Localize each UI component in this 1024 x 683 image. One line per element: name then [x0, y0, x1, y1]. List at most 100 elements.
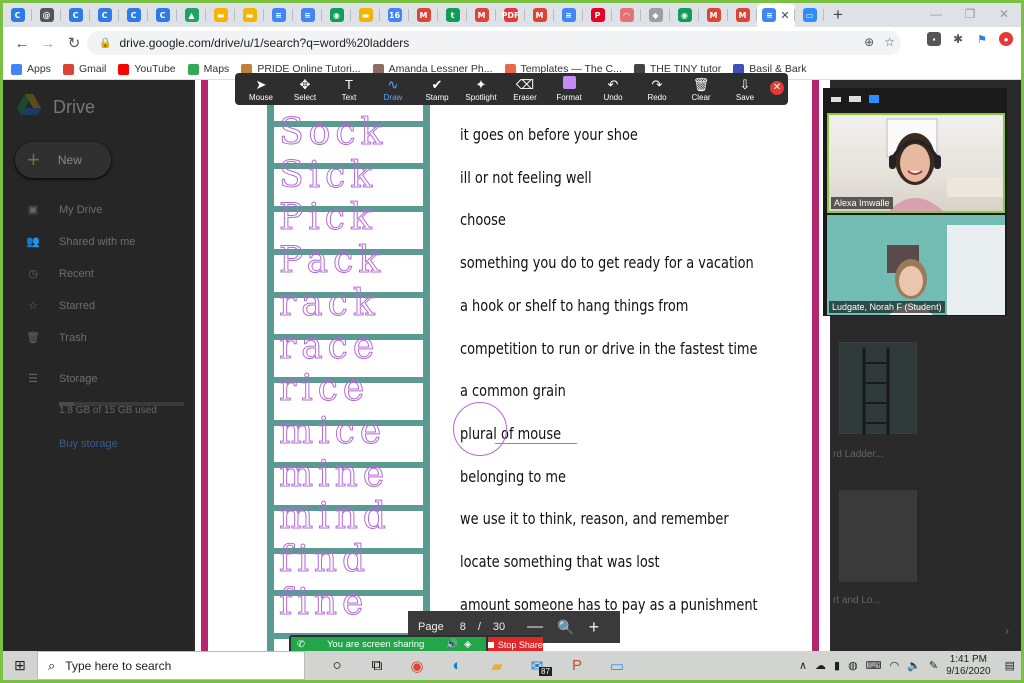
zoom-in-icon[interactable]: + — [589, 617, 600, 638]
browser-tab[interactable]: M — [525, 3, 554, 27]
browser-tab[interactable]: 16 — [380, 3, 409, 27]
tray-app-icon[interactable]: ◍ — [848, 659, 858, 672]
zoom-app-icon[interactable]: ▭ — [597, 657, 637, 675]
zoom-out-icon[interactable]: — — [527, 618, 543, 636]
browser-tab[interactable]: C — [3, 3, 32, 27]
browser-tab[interactable]: M — [728, 3, 757, 27]
powerpoint-icon[interactable]: P — [557, 657, 597, 674]
browser-tab[interactable]: C — [61, 3, 90, 27]
browser-tab[interactable]: P — [583, 3, 612, 27]
taskbar-search[interactable]: ⌕ Type here to search — [37, 651, 305, 680]
file-thumbnail[interactable] — [839, 490, 917, 582]
sharing-status[interactable]: ✆ You are screen sharing 🔊 ◈ — [291, 637, 486, 652]
annotate-tool-stamp[interactable]: ✔ Stamp — [415, 76, 459, 102]
add-icon[interactable]: ⊕ — [864, 35, 874, 49]
browser-tab[interactable]: ▬ — [351, 3, 380, 27]
back-icon[interactable]: ← — [9, 35, 35, 52]
close-window-icon[interactable]: ✕ — [987, 3, 1021, 27]
drive-nav-item[interactable]: 🗑 Trash — [23, 331, 87, 345]
layout-icon[interactable] — [849, 96, 861, 102]
drive-nav-item[interactable]: ◷ Recent — [23, 267, 94, 281]
participant-video[interactable]: Ludgate, Norah F (Student) — [827, 215, 1005, 315]
pen-icon[interactable]: ✎ — [929, 659, 938, 672]
browser-tab[interactable]: C — [119, 3, 148, 27]
extension-icon[interactable]: ▪ — [927, 32, 941, 46]
browser-tab[interactable]: t — [438, 3, 467, 27]
annotate-tool-format[interactable]: Format — [547, 76, 591, 102]
annotate-tool-save[interactable]: ⇩ Save — [723, 76, 767, 102]
keyboard-icon[interactable]: ⌨ — [866, 659, 882, 672]
drive-nav-item[interactable]: ☆ Starred — [23, 299, 95, 313]
browser-tab[interactable]: ≡ — [264, 3, 293, 27]
star-icon[interactable]: ☆ — [884, 35, 895, 49]
bookmark-item[interactable]: Apps — [11, 63, 51, 75]
participant-video[interactable]: Alexa Imwalle — [827, 113, 1005, 213]
annotate-tool-draw[interactable]: ∿ Draw — [371, 76, 415, 102]
bookmark-item[interactable]: Maps — [187, 63, 229, 75]
battery-icon[interactable]: ▮ — [834, 659, 840, 672]
annotate-tool-text[interactable]: T Text — [327, 76, 371, 102]
zoom-icon[interactable]: 🔍 — [557, 619, 574, 636]
browser-tab[interactable]: ◉ — [322, 3, 351, 27]
browser-tab[interactable]: ▬ — [235, 3, 264, 27]
browser-tab[interactable]: M — [467, 3, 496, 27]
browser-tab[interactable]: C — [148, 3, 177, 27]
drive-nav-item[interactable]: 👥 Shared with me — [23, 235, 135, 249]
browser-tab[interactable]: ▭ — [795, 3, 824, 27]
cortana-icon[interactable]: ○ — [317, 657, 357, 674]
file-caption[interactable]: rd Ladder... — [833, 449, 884, 460]
browser-tab[interactable]: ◉ — [670, 3, 699, 27]
maximize-icon[interactable]: ❐ — [953, 3, 987, 27]
browser-tab-active[interactable]: ≡ ✕ — [757, 3, 795, 27]
wifi-icon[interactable]: ◠ — [890, 659, 900, 672]
reload-icon[interactable]: ↻ — [61, 34, 87, 52]
annotate-tool-clear[interactable]: 🗑 Clear — [679, 76, 723, 102]
browser-tab[interactable]: ≡ — [293, 3, 322, 27]
browser-tab[interactable]: @ — [32, 3, 61, 27]
annotate-tool-select[interactable]: ✥ Select — [283, 76, 327, 102]
notifications-icon[interactable]: ▤ — [1005, 659, 1015, 672]
clock[interactable]: 1:41 PM 9/16/2020 — [946, 654, 991, 678]
profile-extension-icon[interactable]: ⚑ — [975, 32, 989, 46]
windows-start-icon[interactable]: ⊞ — [3, 657, 37, 674]
annotate-tool-redo[interactable]: ↷ Redo — [635, 76, 679, 102]
address-bar[interactable]: 🔒 drive.google.com/drive/u/1/search?q=wo… — [87, 31, 901, 55]
forward-icon[interactable]: → — [35, 35, 61, 52]
file-thumbnail[interactable] — [839, 342, 917, 435]
drive-nav-item[interactable]: ▣ My Drive — [23, 203, 103, 217]
bookmark-item[interactable]: YouTube — [118, 63, 176, 75]
buy-storage-link[interactable]: Buy storage — [59, 438, 118, 450]
edge-icon[interactable]: ◐ — [437, 657, 477, 674]
tab-close-icon[interactable]: ✕ — [780, 9, 789, 22]
minimize-icon[interactable]: — — [919, 3, 953, 27]
mail-icon[interactable]: ✉ 87 — [517, 657, 557, 676]
browser-tab[interactable]: M — [699, 3, 728, 27]
browser-tab[interactable]: ▲ — [177, 3, 206, 27]
storage-section[interactable]: ☰ Storage — [23, 372, 97, 386]
annotate-tool-spotlight[interactable]: ✦ Spotlight — [459, 76, 503, 102]
new-button[interactable]: + New — [15, 142, 111, 178]
volume-icon[interactable]: 🔈 — [907, 659, 921, 672]
browser-tab[interactable]: M — [409, 3, 438, 27]
chevron-up-icon[interactable]: ∧ — [799, 659, 807, 672]
annotate-tool-eraser[interactable]: ⌫ Eraser — [503, 76, 547, 102]
puzzle-icon[interactable]: ✱ — [951, 32, 965, 46]
browser-tab[interactable]: PDF — [496, 3, 525, 27]
chevron-right-icon[interactable]: › — [1005, 624, 1009, 638]
browser-tab[interactable]: C — [90, 3, 119, 27]
task-view-icon[interactable]: ⧉ — [357, 657, 397, 674]
chrome-icon[interactable]: ◉ — [397, 657, 437, 675]
browser-tab[interactable]: ≡ — [554, 3, 583, 27]
cloud-icon[interactable]: ☁ — [815, 659, 826, 672]
stop-share-button[interactable]: Stop Share — [487, 637, 543, 652]
grid-view-icon[interactable] — [869, 95, 879, 103]
file-explorer-icon[interactable]: ▰ — [477, 657, 517, 675]
minimize-panel-icon[interactable] — [831, 96, 841, 102]
close-annotation-icon[interactable]: ✕ — [770, 81, 784, 95]
annotate-tool-mouse[interactable]: ➤ Mouse — [239, 76, 283, 102]
browser-tab[interactable]: ◆ — [641, 3, 670, 27]
bookmark-item[interactable]: Gmail — [62, 63, 106, 75]
browser-tab[interactable]: ◠ — [612, 3, 641, 27]
annotate-tool-undo[interactable]: ↶ Undo — [591, 76, 635, 102]
page-current[interactable]: 8 — [460, 621, 466, 633]
